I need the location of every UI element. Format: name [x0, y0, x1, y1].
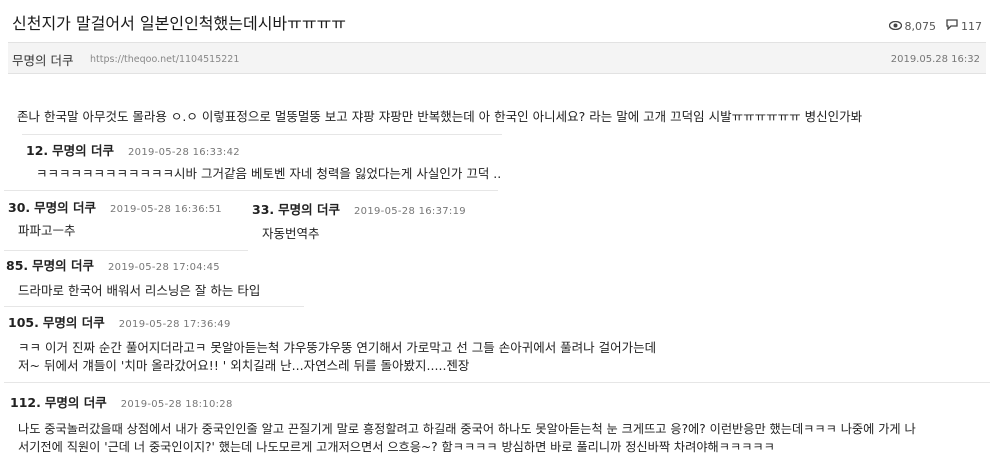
divider [22, 134, 502, 135]
divider [248, 190, 498, 191]
post-url-link[interactable]: https://theqoo.net/1104515221 [90, 54, 239, 65]
eye-icon [888, 19, 902, 33]
comment-count: 117 [946, 19, 982, 33]
divider [4, 250, 248, 251]
comment-text: 서기전에 직원이 '근데 너 중국인이지?' 했는데 나도모르게 고개저으면서 … [18, 440, 775, 454]
post-date: 2019.05.28 16:32 [890, 54, 980, 65]
comment-header: 12. 무명의 더쿠 2019-05-28 16:33:42 [26, 143, 240, 158]
comment-author[interactable]: 무명의 더쿠 [32, 258, 94, 273]
comment-time: 2019-05-28 16:33:42 [128, 147, 240, 158]
divider [4, 190, 248, 191]
comment-text: 나도 중국놀러갔을때 상점에서 내가 중국인인줄 알고 끈질기게 말로 흥정할려… [18, 422, 916, 436]
comment-header: 85. 무명의 더쿠 2019-05-28 17:04:45 [6, 258, 220, 273]
comment-header: 112. 무명의 더쿠 2019-05-28 18:10:28 [10, 395, 233, 410]
comment-text: 자동번역추 [262, 226, 320, 241]
comment-time: 2019-05-28 16:36:51 [110, 204, 222, 215]
divider [4, 382, 990, 383]
comment-text: 드라마로 한국어 배워서 리스닝은 잘 하는 타입 [18, 283, 261, 298]
comment-header: 105. 무명의 더쿠 2019-05-28 17:36:49 [8, 315, 231, 330]
comment-text: 파파고ㅡ추 [18, 223, 76, 238]
comment-author[interactable]: 무명의 더쿠 [52, 143, 114, 158]
comment-text: 저~ 뒤에서 걔들이 '치마 올라갔어요!! ' 외치길래 난...자연스레 뒤… [18, 358, 470, 373]
speech-bubble-icon [946, 19, 958, 33]
comment-text: ㅋㅋ 이거 진짜 순간 풀어지더라고ㅋ 못알아듣는척 갸우뚱갸우뚱 연기해서 가… [18, 340, 657, 355]
view-count: 8,075 [888, 19, 936, 33]
comment-author[interactable]: 무명의 더쿠 [34, 200, 96, 215]
comment-time: 2019-05-28 17:36:49 [118, 319, 231, 330]
post-title: 신천지가 말걸어서 일본인인척했는데시바ㅠㅠㅠㅠ [12, 14, 347, 33]
comment-time: 2019-05-28 16:37:19 [354, 206, 466, 217]
comment-text: ㅋㅋㅋㅋㅋㅋㅋㅋㅋㅋㅋㅋ시바 그거같음 베토벤 자네 청력을 잃었다는게 사실인… [36, 166, 502, 181]
post-body: 존나 한국말 아무것도 몰라용 ㅇ.ㅇ 이렇표정으로 멀뚱멀뚱 보고 쟈팡 쟈팡… [17, 109, 863, 124]
comment-header: 33. 무명의 더쿠 2019-05-28 16:37:19 [252, 202, 466, 217]
comment-author[interactable]: 무명의 더쿠 [43, 315, 105, 330]
comment-time: 2019-05-28 17:04:45 [108, 262, 220, 273]
comment-author[interactable]: 무명의 더쿠 [278, 202, 340, 217]
divider [4, 306, 304, 307]
comment-author[interactable]: 무명의 더쿠 [45, 395, 107, 410]
comment-time: 2019-05-28 18:10:28 [120, 399, 233, 410]
post-stats: 8,075 117 [888, 19, 982, 33]
post-author: 무명의 더쿠 [12, 53, 74, 68]
comment-header: 30. 무명의 더쿠 2019-05-28 16:36:51 [8, 200, 222, 215]
